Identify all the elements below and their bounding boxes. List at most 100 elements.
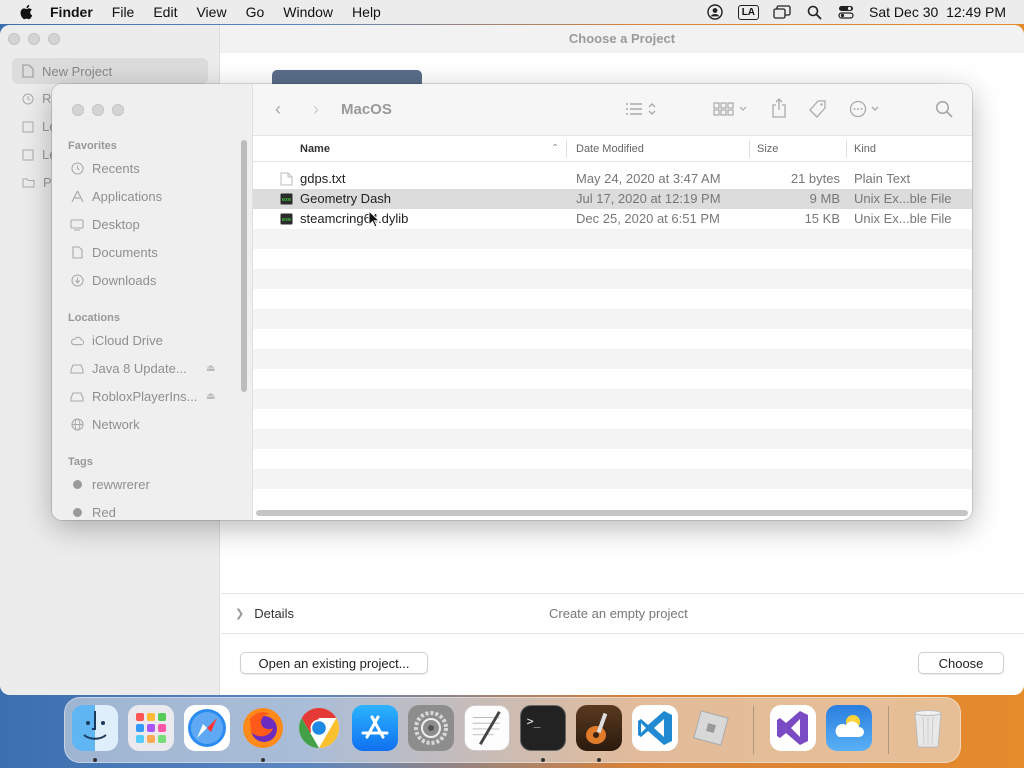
- window-minimize-button[interactable]: [28, 33, 40, 45]
- back-arrow-icon[interactable]: ‹: [275, 99, 281, 120]
- tag-icon[interactable]: [809, 100, 827, 121]
- list-view-icon[interactable]: [625, 100, 659, 121]
- empty-row: [253, 229, 972, 249]
- eject-icon[interactable]: ⏏: [206, 391, 215, 402]
- user-icon[interactable]: [706, 4, 724, 20]
- file-row[interactable]: exe steamcring64.dylib Dec 25, 2020 at 6…: [253, 209, 972, 229]
- sidebar-item-desktop[interactable]: Desktop: [70, 217, 220, 232]
- screen-mirroring-icon[interactable]: [773, 4, 791, 20]
- file-size: 9 MB: [809, 191, 840, 206]
- executable-icon: exe: [280, 193, 293, 205]
- file-date: May 24, 2020 at 3:47 AM: [576, 171, 721, 186]
- sidebar-item-recents[interactable]: Recents: [70, 161, 220, 176]
- sidebar-item-icloud-drive[interactable]: iCloud Drive: [70, 333, 220, 348]
- dock-finder-icon[interactable]: [72, 705, 118, 751]
- panel-sidebar: Favorites Recents Applications Desktop D…: [52, 84, 253, 520]
- sidebar-item-network[interactable]: Network: [70, 417, 220, 432]
- dock-launchpad-icon[interactable]: [128, 705, 174, 751]
- menu-view[interactable]: View: [196, 4, 226, 20]
- cloud-icon: [70, 334, 84, 348]
- group-view-icon[interactable]: [713, 100, 749, 121]
- dock-roblox-icon[interactable]: [688, 705, 734, 751]
- dock-safari-icon[interactable]: [184, 705, 230, 751]
- sidebar-scrollbar[interactable]: [241, 140, 247, 392]
- clock-icon: [22, 93, 34, 104]
- file-name: Geometry Dash: [300, 191, 392, 206]
- menu-file[interactable]: File: [112, 4, 135, 20]
- forward-arrow-icon[interactable]: ›: [313, 99, 319, 120]
- window-close-button[interactable]: [8, 33, 20, 45]
- file-kind: Plain Text: [854, 171, 911, 186]
- apple-icon[interactable]: [18, 3, 36, 21]
- sidebar-item-label: RobloxPlayerIns...: [92, 389, 198, 404]
- control-center-icon[interactable]: [837, 4, 855, 20]
- running-indicator: [261, 758, 265, 762]
- menu-window[interactable]: Window: [283, 4, 333, 20]
- dock-firefox-icon[interactable]: [240, 705, 286, 751]
- dock-visual-studio-icon[interactable]: [770, 705, 816, 751]
- sidebar-item-new-project[interactable]: New Project: [12, 58, 208, 84]
- sidebar-tag-red[interactable]: Red: [70, 505, 220, 520]
- menu-help[interactable]: Help: [352, 4, 381, 20]
- file-row-selected[interactable]: exe Geometry Dash Jul 17, 2020 at 12:19 …: [253, 189, 972, 209]
- dock-garageband-icon[interactable]: [576, 705, 622, 751]
- chevron-right-icon: ❯: [235, 608, 245, 620]
- menu-go[interactable]: Go: [246, 4, 265, 20]
- window-zoom-button[interactable]: [48, 33, 60, 45]
- running-indicator: [541, 758, 545, 762]
- favorites-header: Favorites: [68, 140, 117, 152]
- share-icon[interactable]: [771, 98, 787, 121]
- column-header-name[interactable]: Name: [300, 136, 330, 162]
- panel-zoom-button[interactable]: [112, 104, 124, 116]
- drive-icon: [70, 390, 84, 404]
- sidebar-item-roblox-volume[interactable]: RobloxPlayerIns...: [70, 389, 220, 404]
- choose-button[interactable]: Choose: [918, 652, 1004, 674]
- empty-row: [253, 309, 972, 329]
- column-headers: Name ⌃ Date Modified Size Kind: [253, 136, 972, 162]
- panel-close-button[interactable]: [72, 104, 84, 116]
- sidebar-item-label: New Project: [42, 63, 113, 79]
- sidebar-item-java-volume[interactable]: Java 8 Update...: [70, 361, 220, 376]
- menu-app-finder[interactable]: Finder: [50, 4, 93, 20]
- menu-edit[interactable]: Edit: [153, 4, 177, 20]
- search-icon[interactable]: [805, 4, 823, 20]
- text-file-icon: [280, 172, 293, 186]
- panel-toolbar: ‹ › MacOS: [253, 84, 972, 136]
- sidebar-tag-rewwrerer[interactable]: rewwrerer: [70, 477, 220, 492]
- input-source-indicator[interactable]: LA: [737, 4, 760, 20]
- template-tab[interactable]: [272, 70, 422, 84]
- dock-terminal-icon[interactable]: >_: [520, 705, 566, 751]
- column-header-date[interactable]: Date Modified: [576, 136, 644, 162]
- more-actions-icon[interactable]: [849, 100, 883, 121]
- file-date: Dec 25, 2020 at 6:51 PM: [576, 211, 720, 226]
- dock-app-store-icon[interactable]: [352, 705, 398, 751]
- details-disclosure[interactable]: ❯ Details Create an empty project: [221, 593, 1024, 633]
- dock-textedit-icon[interactable]: [464, 705, 510, 751]
- panel-minimize-button[interactable]: [92, 104, 104, 116]
- eject-icon[interactable]: ⏏: [206, 363, 215, 374]
- dock-vscode-icon[interactable]: [632, 705, 678, 751]
- sidebar-item-projects[interactable]: Pr: [22, 175, 56, 190]
- sidebar-item-applications[interactable]: Applications: [70, 189, 220, 204]
- sort-ascending-icon[interactable]: ⌃: [551, 136, 559, 162]
- dock-trash-icon[interactable]: [905, 705, 951, 751]
- horizontal-scrollbar[interactable]: [256, 510, 968, 516]
- column-header-kind[interactable]: Kind: [854, 136, 876, 162]
- column-header-size[interactable]: Size: [757, 136, 778, 162]
- empty-row: [253, 349, 972, 369]
- sidebar-item-downloads[interactable]: Downloads: [70, 273, 220, 288]
- file-row[interactable]: gdps.txt May 24, 2020 at 3:47 AM 21 byte…: [253, 169, 972, 189]
- file-name: steamcring64.dylib: [300, 211, 409, 226]
- sidebar-item-label: Red: [92, 505, 116, 520]
- menubar-clock[interactable]: Sat Dec 30 12:49 PM: [869, 4, 1006, 20]
- current-folder-title[interactable]: MacOS: [341, 101, 392, 118]
- dock-weather-icon[interactable]: [826, 705, 872, 751]
- column-divider: [566, 140, 567, 158]
- open-existing-project-button[interactable]: Open an existing project...: [240, 652, 428, 674]
- sidebar-item-documents[interactable]: Documents: [70, 245, 220, 260]
- dock-system-preferences-icon[interactable]: [408, 705, 454, 751]
- tag-dot-icon: [70, 506, 84, 520]
- search-icon[interactable]: [935, 100, 953, 121]
- dock-chrome-icon[interactable]: [296, 705, 342, 751]
- dock-separator: [753, 706, 754, 754]
